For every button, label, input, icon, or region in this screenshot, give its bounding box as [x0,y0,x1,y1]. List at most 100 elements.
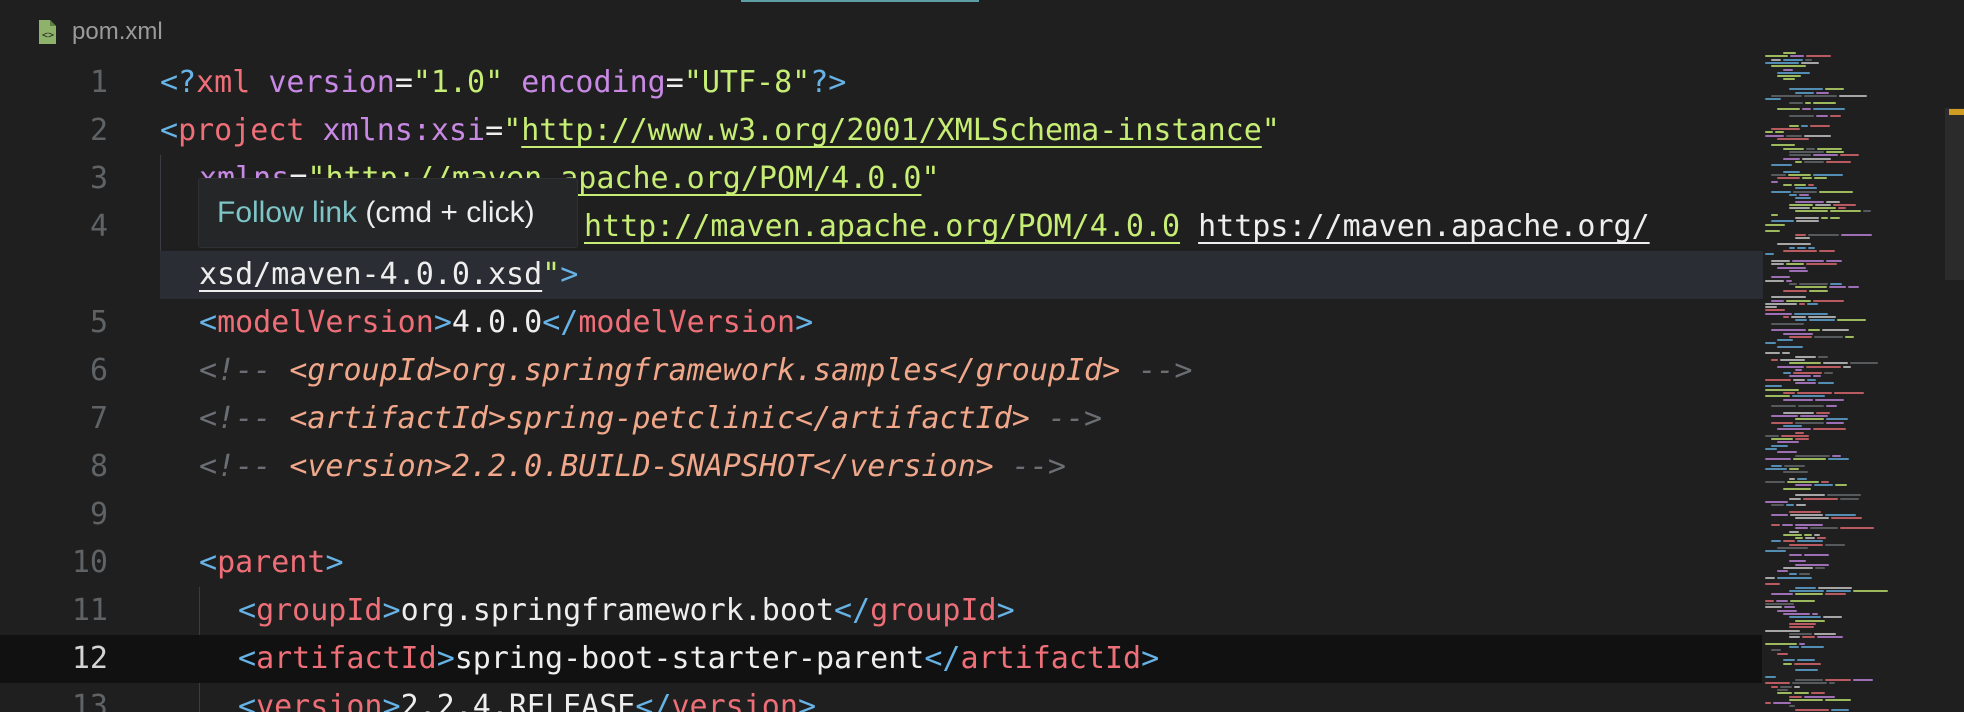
vertical-scrollbar[interactable] [1943,50,1964,712]
code-line-wrapped[interactable]: xsd/maven-4.0.0.xsd"> [160,251,1763,299]
minimap-line [1777,243,1811,246]
minimap-line [1845,335,1854,338]
minimap-line [1783,58,1803,61]
schema-xsd-link[interactable]: https://maven.apache.org/ [1198,209,1650,244]
minimap-line [1765,61,1799,64]
minimap-line [1814,533,1820,536]
minimap-line [1765,134,1784,137]
minimap-line [1765,55,1788,58]
minimap-line [1804,553,1829,556]
minimap-line [1789,497,1801,500]
minimap-line [1777,688,1788,691]
minimap-line [1795,563,1829,566]
minimap-line [1795,355,1816,358]
minimap-line [1783,184,1792,186]
minimap-line [1789,553,1802,556]
minimap-line [1793,457,1826,460]
minimap-line [1765,253,1774,256]
minimap-line [1789,154,1811,157]
minimap-line [1825,698,1851,701]
minimap-line [1777,428,1811,431]
minimap-line [1789,705,1795,708]
minimap-line [1830,283,1842,285]
minimap-line [1839,94,1867,97]
minimap-line [1794,184,1806,186]
minimap-line [1850,362,1878,365]
minimap-line [1777,570,1788,573]
minimap-line [1829,682,1835,685]
minimap-line [1771,127,1800,130]
code-editor[interactable]: 1 <?xml version="1.0" encoding="UTF-8"?>… [0,59,1763,712]
minimap-line [1826,200,1840,203]
minimap-line [1793,190,1817,193]
code-line[interactable]: 8 <!-- <version>2.2.0.BUILD-SNAPSHOT</ve… [0,443,1763,491]
minimap-line [1783,533,1802,536]
minimap-line [1771,540,1781,543]
minimap-line [1795,368,1802,371]
minimap-line [1771,685,1778,688]
minimap-line [1814,335,1843,338]
minimap-line [1783,540,1795,543]
minimap-line [1771,299,1784,302]
line-content: <?xml version="1.0" encoding="UTF-8"?> [160,65,847,100]
code-line[interactable]: 2 <project xmlns:xsi="http://www.w3.org/… [0,107,1763,155]
minimap-line [1771,438,1793,441]
minimap-line [1786,263,1804,266]
minimap-line [1765,378,1791,381]
minimap-line [1802,177,1812,180]
minimap-line [1833,203,1856,206]
breadcrumb[interactable]: <> pom.xml [36,10,163,54]
schema-xsd-link[interactable]: xsd/maven-4.0.0.xsd [199,257,542,292]
minimap-line [1783,68,1793,71]
minimap-line [1809,289,1828,292]
minimap-line [1799,302,1805,305]
minimap[interactable] [1763,50,1943,712]
minimap-line [1795,319,1807,322]
minimap-line [1783,52,1796,54]
xsi-namespace-link[interactable]: http://www.w3.org/2001/XMLSchema-instanc… [521,113,1262,148]
line-number: 9 [89,497,108,532]
minimap-line [1783,372,1791,375]
minimap-line [1813,154,1838,157]
minimap-line [1794,692,1809,695]
follow-link-label[interactable]: Follow link [217,196,357,230]
minimap-line [1813,174,1843,177]
minimap-line [1765,550,1786,553]
minimap-line [1825,679,1851,681]
code-line[interactable]: 11 <groupId>org.springframework.boot</gr… [0,587,1763,635]
code-line[interactable]: 10 <parent> [0,539,1763,587]
line-content: <!-- <artifactId>spring-petclinic</artif… [199,401,1103,436]
code-line-current[interactable]: 12 <artifactId>spring-boot-starter-paren… [0,635,1762,683]
code-line[interactable]: 13 <version>2.2.4.RELEASE</version> [0,683,1763,712]
minimap-line [1826,405,1837,408]
code-line[interactable]: 9 [0,491,1763,539]
minimap-line [1777,177,1800,180]
minimap-line [1808,233,1839,236]
minimap-line [1837,319,1866,322]
code-line[interactable]: 5 <modelVersion>4.0.0</modelVersion> [0,299,1763,347]
breadcrumb-file-name[interactable]: pom.xml [72,18,163,46]
minimap-line [1819,250,1835,252]
minimap-line [1808,329,1820,332]
minimap-line [1843,365,1851,368]
minimap-line [1777,692,1792,695]
minimap-line [1771,649,1781,652]
minimap-line [1777,71,1810,74]
minimap-line [1789,124,1799,127]
code-line[interactable]: 7 <!-- <artifactId>spring-petclinic</art… [0,395,1763,443]
code-line[interactable]: 1 <?xml version="1.0" encoding="UTF-8"?> [0,59,1763,107]
minimap-line [1771,190,1791,193]
minimap-line [1829,286,1846,289]
line-content: http://maven.apache.org/POM/4.0.0 https:… [584,203,1650,251]
code-line[interactable]: 6 <!-- <groupId>org.springframework.samp… [0,347,1763,395]
minimap-line [1812,613,1818,615]
minimap-line [1795,484,1812,487]
minimap-line [1765,606,1782,609]
minimap-line [1795,619,1825,622]
minimap-line [1795,438,1809,441]
pom-namespace-link[interactable]: .apache.org/POM/4.0.0 [542,161,921,196]
minimap-line [1863,210,1871,213]
schema-location-link[interactable]: http://maven.apache.org/POM/4.0.0 [584,209,1180,244]
minimap-line [1831,517,1862,520]
scrollbar-thumb[interactable] [1945,108,1964,280]
